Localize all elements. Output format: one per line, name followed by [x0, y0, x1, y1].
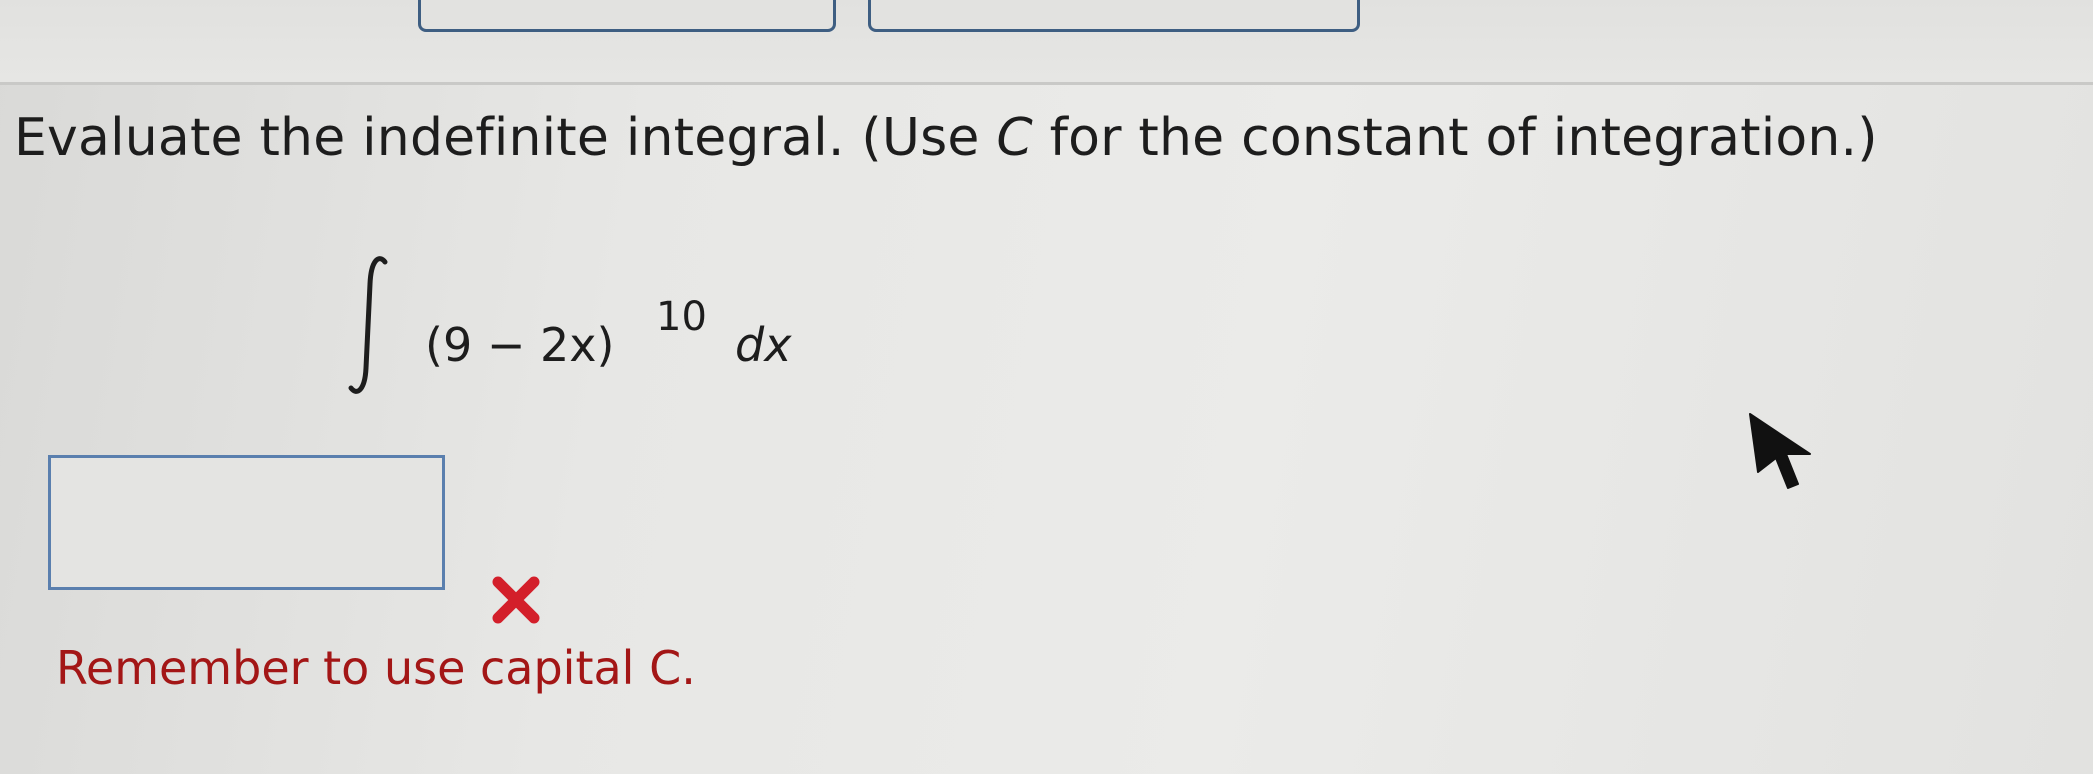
instruction-constant-variable: C	[996, 108, 1033, 168]
question-instruction: Evaluate the indefinite integral. (Use C…	[14, 108, 1878, 168]
feedback-message: Remember to use capital C.	[56, 641, 696, 695]
x-mark-icon	[492, 576, 540, 624]
instruction-text-end: for the constant of integration.)	[1032, 108, 1878, 168]
top-button-2[interactable]	[868, 0, 1360, 32]
integrand: (9 − 2x)	[425, 318, 615, 372]
differential: dx	[735, 318, 792, 372]
integral-expression: (9 − 2x) 10 dx	[345, 250, 825, 410]
answer-input[interactable]	[48, 455, 445, 590]
integral-sign-icon	[348, 256, 388, 394]
mouse-pointer-icon	[1749, 413, 1811, 489]
top-button-1[interactable]	[418, 0, 836, 32]
section-divider	[0, 82, 2093, 85]
instruction-text-start: Evaluate the indefinite integral. (Use	[14, 108, 997, 168]
integrand-exponent: 10	[656, 294, 707, 340]
top-toolbar	[0, 0, 2093, 82]
